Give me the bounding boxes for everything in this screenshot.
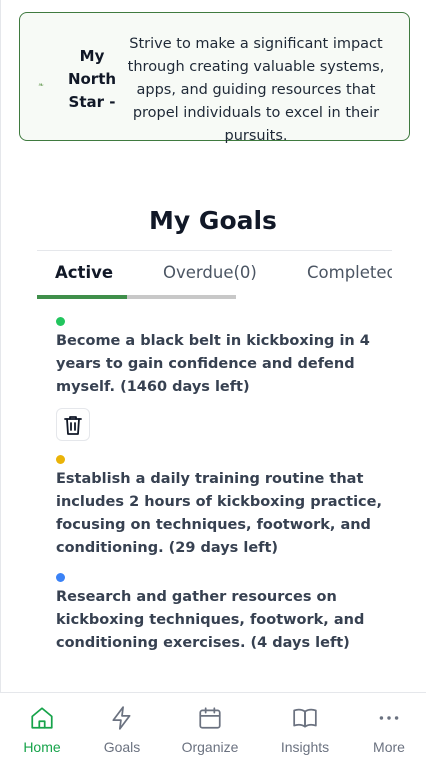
lightning-icon xyxy=(112,706,131,730)
nav-goals-label: Goals xyxy=(103,739,141,755)
bottom-nav: Home Goals Organize Insights More xyxy=(0,692,426,757)
nav-more[interactable]: More xyxy=(349,705,426,755)
goal-item[interactable]: Become a black belt in kickboxing in 4 y… xyxy=(56,317,386,441)
status-dot xyxy=(56,317,65,326)
north-star-text: Strive to make a significant impact thro… xyxy=(127,36,385,144)
status-dot xyxy=(56,455,65,464)
nav-organize-label: Organize xyxy=(181,739,239,755)
nav-insights-label: Insights xyxy=(280,739,330,755)
goal-text: Become a black belt in kickboxing in 4 y… xyxy=(56,333,370,395)
nav-goals[interactable]: Goals xyxy=(82,705,162,755)
page-title: My Goals xyxy=(149,206,277,235)
more-icon xyxy=(379,716,399,720)
goal-text: Research and gather resources on kickbox… xyxy=(56,589,365,651)
home-icon xyxy=(31,707,53,729)
goal-item[interactable]: Research and gather resources on kickbox… xyxy=(56,573,386,655)
left-divider xyxy=(0,0,1,757)
goal-item[interactable]: Establish a daily training routine that … xyxy=(56,455,386,560)
status-dot xyxy=(56,573,65,582)
nav-organize[interactable]: Organize xyxy=(170,705,250,755)
nav-home-label: Home xyxy=(23,739,61,755)
tab-active[interactable]: Active xyxy=(55,263,113,291)
tab-completed[interactable]: Completed xyxy=(307,263,392,291)
trash-icon xyxy=(64,415,82,435)
north-star-card: ❧ My North Star - Strive to make a signi… xyxy=(19,12,410,144)
nav-insights[interactable]: Insights xyxy=(265,705,345,755)
goal-tabs: Active Overdue(0) Completed xyxy=(37,263,392,299)
book-icon xyxy=(293,708,317,728)
calendar-icon xyxy=(199,707,221,729)
nav-home[interactable]: Home xyxy=(2,705,82,755)
nav-more-label: More xyxy=(373,739,405,755)
title-divider xyxy=(37,250,392,251)
tab-overdue[interactable]: Overdue(0) xyxy=(163,263,257,291)
goal-text: Establish a daily training routine that … xyxy=(56,471,382,556)
tab-active-indicator xyxy=(37,295,127,299)
delete-goal-button[interactable] xyxy=(56,408,90,441)
leaf-icon: ❧ xyxy=(38,82,44,89)
